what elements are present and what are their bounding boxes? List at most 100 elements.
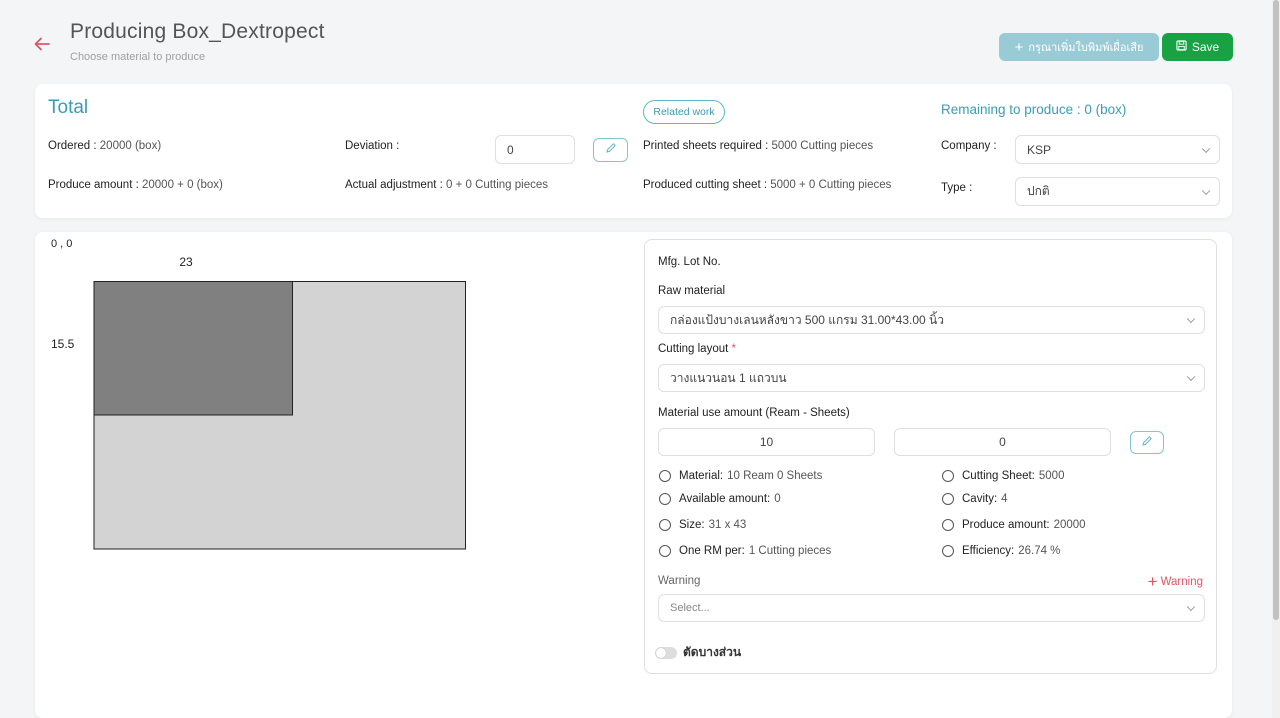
- stat-value: 26.74 %: [1018, 545, 1061, 557]
- page-scrollbar[interactable]: [1272, 0, 1280, 718]
- radio-icon[interactable]: [942, 519, 954, 531]
- material-amount-label: Material use amount (Ream - Sheets): [658, 407, 850, 419]
- produced-cutting-label: Produced cutting sheet :: [643, 179, 768, 191]
- add-spare-sheets-button[interactable]: + กรุณาเพิ่มใบพิมพ์เผื่อเสีย: [999, 33, 1159, 61]
- related-work-button[interactable]: Related work: [643, 100, 725, 124]
- chevron-down-icon: [1186, 372, 1196, 382]
- produced-cutting-value: 5000 + 0 Cutting pieces: [770, 179, 892, 191]
- chevron-down-icon: [1186, 602, 1196, 612]
- radio-icon[interactable]: [659, 545, 671, 557]
- partial-cut-label: ตัดบางส่วน: [683, 645, 742, 659]
- summary-card: Total Ordered : 20000 (box) Produce amou…: [35, 84, 1232, 218]
- stat-value: 0: [774, 493, 781, 505]
- stat-value: 31 x 43: [708, 519, 747, 531]
- edit-amount-button[interactable]: [1130, 431, 1164, 454]
- type-select[interactable]: ปกติ: [1015, 177, 1220, 206]
- pencil-icon: [605, 141, 617, 159]
- ream-input[interactable]: 10: [658, 428, 875, 456]
- printed-sheets-label: Printed sheets required :: [643, 140, 769, 152]
- stat-material[interactable]: Material: 10 Ream 0 Sheets: [659, 470, 822, 482]
- piece-width-label: 23: [179, 255, 193, 269]
- stat-size[interactable]: Size: 31 x 43: [659, 519, 746, 531]
- stat-one-rm-per[interactable]: One RM per: 1 Cutting pieces: [659, 545, 831, 557]
- company-value: KSP: [1027, 142, 1052, 157]
- cutting-layout-value: วางแนวนอน 1 แถวบน: [670, 370, 787, 385]
- ordered-value: 20000 (box): [99, 140, 162, 152]
- company-label: Company :: [941, 140, 997, 152]
- stat-available-amount[interactable]: Available amount: 0: [659, 493, 781, 505]
- stat-label: Available amount:: [679, 493, 771, 505]
- edit-deviation-button[interactable]: [593, 138, 628, 162]
- type-value: ปกติ: [1027, 184, 1050, 198]
- warning-select[interactable]: Select...: [658, 594, 1205, 622]
- save-label: Save: [1191, 40, 1220, 54]
- company-select[interactable]: KSP: [1015, 135, 1220, 164]
- stat-label: Material:: [679, 470, 724, 482]
- raw-material-label: Raw material: [658, 285, 726, 297]
- required-marker: *: [731, 343, 737, 355]
- deviation-input[interactable]: 0: [495, 135, 575, 164]
- printed-sheets-row: Printed sheets required : 5000 Cutting p…: [643, 140, 873, 152]
- add-warning-label: Warning: [1160, 575, 1203, 588]
- type-label: Type :: [941, 182, 973, 194]
- back-arrow-icon[interactable]: [32, 34, 52, 54]
- mfg-lot-label: Mfg. Lot No.: [658, 256, 721, 268]
- stat-cutting-sheet[interactable]: Cutting Sheet: 5000: [942, 470, 1064, 482]
- remaining-to-produce: Remaining to produce : 0 (box): [941, 102, 1127, 117]
- warning-placeholder: Select...: [670, 602, 710, 614]
- plus-icon: +: [1014, 38, 1024, 56]
- piece-height-label: 15.5: [51, 337, 75, 351]
- radio-icon[interactable]: [942, 493, 954, 505]
- stat-efficiency[interactable]: Efficiency: 26.74 %: [942, 545, 1060, 557]
- produce-row: Produce amount : 20000 + 0 (box): [48, 179, 223, 191]
- produced-cutting-row: Produced cutting sheet : 5000 + 0 Cuttin…: [643, 179, 891, 191]
- chevron-down-icon: [1186, 314, 1196, 324]
- page-title: Producing Box_Dextropect: [70, 20, 325, 43]
- origin-label: 0 , 0: [51, 238, 72, 250]
- stat-value: 1 Cutting pieces: [748, 545, 832, 557]
- chevron-down-icon: [1201, 144, 1211, 153]
- save-button[interactable]: Save: [1162, 33, 1233, 61]
- stat-label: Efficiency:: [962, 545, 1015, 557]
- deviation-label: Deviation :: [345, 140, 400, 152]
- stat-produce-amount[interactable]: Produce amount: 20000: [942, 519, 1086, 531]
- page-subtitle: Choose material to produce: [70, 51, 206, 63]
- partial-cut-toggle[interactable]: [655, 646, 677, 659]
- raw-material-value: กล่องแป้งบางเลนหลังขาว 500 แกรม 31.00*43…: [670, 312, 944, 327]
- stat-value: 4: [1001, 493, 1008, 505]
- produce-value: 20000 + 0 (box): [141, 179, 223, 191]
- printed-sheets-value: 5000 Cutting pieces: [771, 140, 874, 152]
- produce-label: Produce amount :: [48, 179, 139, 191]
- material-card: 0 , 0 23 15.5 Mfg. Lot No. Raw material …: [35, 232, 1232, 718]
- total-title: Total: [48, 97, 89, 118]
- raw-material-select[interactable]: กล่องแป้งบางเลนหลังขาว 500 แกรม 31.00*43…: [658, 306, 1205, 334]
- actual-adjustment-label: Actual adjustment :: [345, 179, 443, 191]
- radio-icon[interactable]: [942, 545, 954, 557]
- stat-label: Size:: [679, 519, 705, 531]
- sheets-input[interactable]: 0: [894, 428, 1111, 456]
- stat-label: Cavity:: [962, 493, 998, 505]
- radio-icon[interactable]: [659, 470, 671, 482]
- stat-label: Produce amount:: [962, 519, 1050, 531]
- actual-adjustment-value: 0 + 0 Cutting pieces: [446, 179, 548, 191]
- cutting-layout-label: Cutting layout: [658, 343, 729, 355]
- plus-icon: +: [1147, 572, 1158, 591]
- cut-piece-rect: [93, 281, 293, 416]
- stat-value: 20000: [1053, 519, 1086, 531]
- cutting-layout-label-row: Cutting layout *: [658, 343, 736, 355]
- radio-icon[interactable]: [659, 519, 671, 531]
- stat-label: One RM per:: [679, 545, 745, 557]
- partial-cut-toggle-row[interactable]: ตัดบางส่วน: [655, 643, 741, 662]
- radio-icon[interactable]: [942, 470, 954, 482]
- stat-value: 5000: [1038, 470, 1065, 482]
- ordered-label: Ordered :: [48, 140, 97, 152]
- add-warning-link[interactable]: + Warning: [1148, 573, 1203, 590]
- scrollbar-thumb[interactable]: [1273, 0, 1279, 620]
- ordered-row: Ordered : 20000 (box): [48, 140, 161, 152]
- pencil-icon: [1141, 434, 1153, 452]
- cutting-layout-select[interactable]: วางแนวนอน 1 แถวบน: [658, 364, 1205, 392]
- radio-icon[interactable]: [659, 493, 671, 505]
- stat-value: 10 Ream 0 Sheets: [727, 470, 823, 482]
- cutting-layout-diagram: 0 , 0 23 15.5: [51, 238, 466, 550]
- stat-cavity[interactable]: Cavity: 4: [942, 493, 1008, 505]
